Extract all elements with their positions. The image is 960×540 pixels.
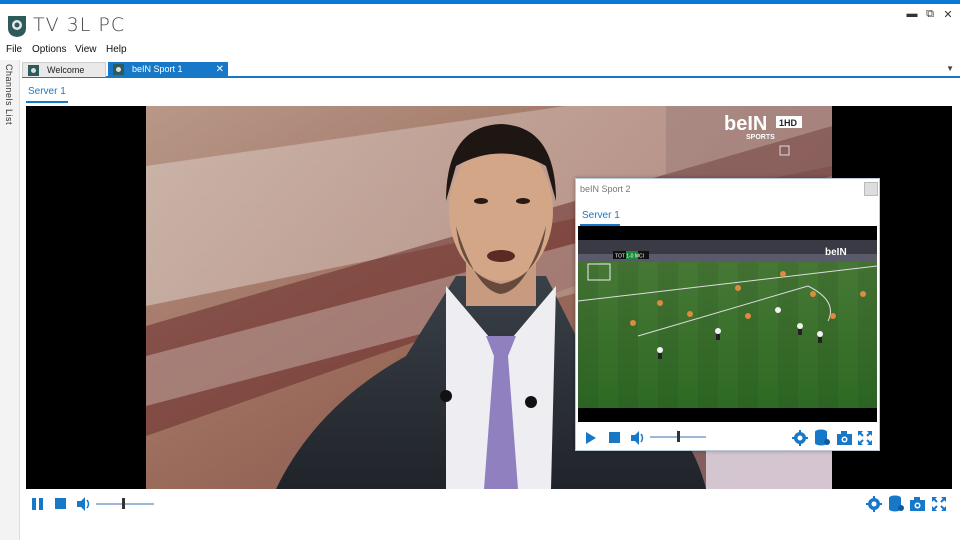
gear-icon[interactable] [866,496,882,512]
menu-bar: File Options View Help [0,42,960,58]
channels-sidebar[interactable]: Channels List [0,60,20,540]
stop-icon[interactable] [54,497,68,511]
camera-icon[interactable] [836,430,853,446]
tab-welcome[interactable]: Welcome [22,62,106,77]
tab-dropdown-icon[interactable]: ▼ [946,64,954,73]
popup-title: beIN Sport 2 [580,184,631,194]
menu-options[interactable]: Options [32,44,66,55]
restore-button[interactable]: ⧉ [922,8,938,21]
app-logo-icon [8,16,26,37]
menu-view[interactable]: View [75,44,97,55]
fullscreen-icon[interactable] [857,430,873,446]
volume-slider[interactable] [96,503,154,505]
tab-label: Welcome [47,65,85,75]
popup-volume-slider-handle[interactable] [677,431,680,442]
tv-icon [28,65,39,76]
sidebar-label: Channels List [4,64,14,126]
svg-text:SPORTS: SPORTS [746,134,775,141]
camera-icon[interactable] [909,496,926,512]
database-icon[interactable] [814,429,830,446]
popup-server-tab[interactable]: Server 1 [582,210,620,221]
gear-icon[interactable] [792,430,808,446]
stop-icon[interactable] [608,431,622,445]
svg-text:1HD: 1HD [779,118,798,128]
fullscreen-icon[interactable] [931,496,947,512]
pause-icon[interactable] [31,497,45,511]
server-tab[interactable]: Server 1 [28,86,66,97]
minimize-button[interactable]: ▬ [904,8,920,20]
tab-bein-sport-1[interactable]: beIN Sport 1 ✕ [108,62,228,77]
menu-help[interactable]: Help [106,44,127,55]
title-bar: TV 3L PC ▬ ⧉ ✕ [0,4,960,42]
svg-text:beIN: beIN [825,247,847,258]
scoreboard: TOT 1-0 MCI [615,254,644,260]
volume-icon[interactable] [75,496,93,512]
popup-controls [580,428,877,446]
popup-video-player[interactable]: TOT 1-0 MCI beIN [578,226,877,422]
volume-icon[interactable] [629,430,647,446]
channel-logo: beIN [724,113,767,135]
popup-close-button[interactable] [864,182,878,196]
database-icon[interactable] [888,495,904,512]
tv-icon [113,64,124,75]
app-title: TV 3L PC [33,14,126,36]
menu-file[interactable]: File [6,44,22,55]
server-tab-underline [26,101,68,103]
close-button[interactable]: ✕ [940,8,956,21]
play-icon[interactable] [584,431,598,445]
tab-strip: Welcome beIN Sport 1 ✕ ▼ [22,62,960,78]
volume-slider-handle[interactable] [122,498,125,509]
popup-player-window[interactable]: beIN Sport 2 Server 1 TOT 1-0 MCI beIN [575,178,880,451]
main-controls [26,494,952,514]
football-video-frame: TOT 1-0 MCI beIN [578,226,877,422]
tab-label: beIN Sport 1 [132,64,183,74]
tab-close-icon[interactable]: ✕ [216,62,224,77]
